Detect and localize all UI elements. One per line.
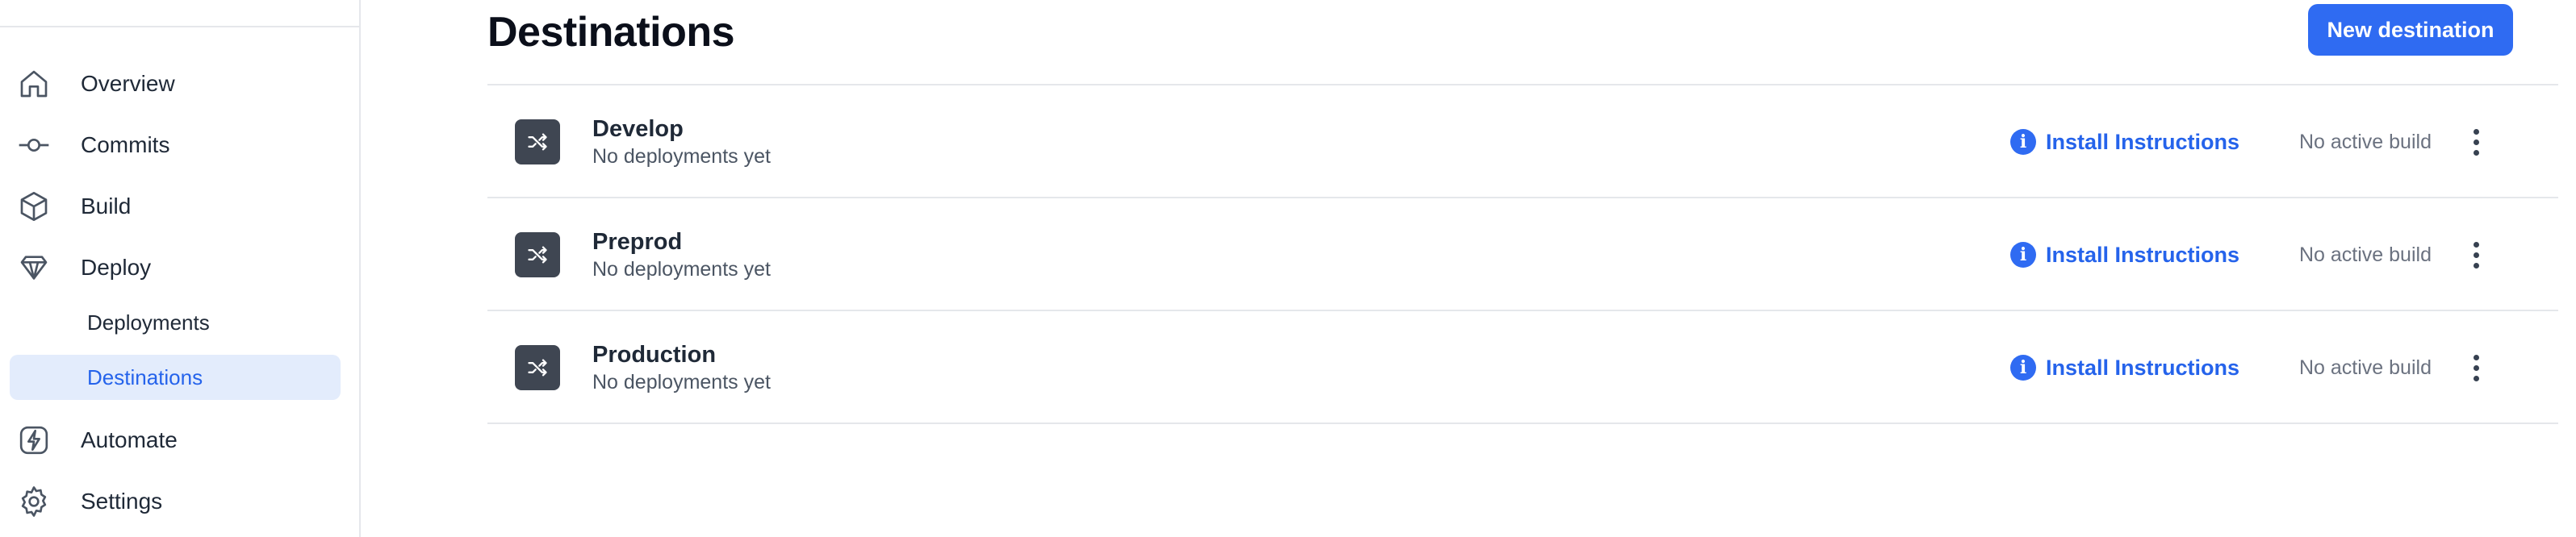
diamond-icon — [18, 252, 50, 284]
info-icon: i — [2010, 355, 2036, 381]
sidebar-item-label: Automate — [81, 427, 178, 452]
home-icon — [18, 68, 50, 100]
info-icon: i — [2010, 129, 2036, 155]
destination-name[interactable]: Develop — [592, 114, 684, 144]
shuffle-icon — [515, 232, 560, 277]
install-instructions-link[interactable]: i Install Instructions — [2010, 352, 2239, 384]
sidebar-item-label: Commits — [81, 132, 170, 157]
build-status: No active build — [2299, 244, 2432, 266]
sidebar: Overview Commits Build Deploy Deployment… — [0, 0, 361, 537]
sidebar-item-label: Overview — [81, 71, 175, 96]
destination-list: Develop No deployments yet i Install Ins… — [487, 84, 2558, 424]
kebab-dot — [2473, 149, 2479, 156]
destination-name[interactable]: Preprod — [592, 227, 682, 256]
destination-status: No deployments yet — [592, 371, 771, 393]
kebab-dot — [2473, 375, 2479, 381]
main-content: Destinations New destination Develop No … — [361, 0, 2576, 537]
destination-row[interactable]: Develop No deployments yet i Install Ins… — [487, 85, 2558, 198]
sidebar-item-settings[interactable]: Settings — [0, 474, 359, 529]
more-options-button[interactable] — [2457, 348, 2495, 387]
sidebar-item-deploy[interactable]: Deploy — [0, 240, 359, 295]
gear-icon — [18, 485, 50, 518]
cube-icon — [18, 190, 50, 223]
install-instructions-link[interactable]: i Install Instructions — [2010, 126, 2239, 158]
install-instructions-label: Install Instructions — [2046, 242, 2240, 267]
install-instructions-label: Install Instructions — [2046, 355, 2240, 380]
info-icon: i — [2010, 242, 2036, 268]
sidebar-item-label: Build — [81, 194, 132, 219]
sidebar-item-label: Deploy — [81, 255, 152, 280]
kebab-dot — [2473, 364, 2479, 371]
install-instructions-link[interactable]: i Install Instructions — [2010, 239, 2239, 271]
install-instructions-label: Install Instructions — [2046, 129, 2240, 154]
kebab-dot — [2473, 241, 2479, 248]
commit-icon — [18, 129, 50, 161]
sidebar-item-commits[interactable]: Commits — [0, 118, 359, 173]
more-options-button[interactable] — [2457, 123, 2495, 161]
kebab-dot — [2473, 262, 2479, 268]
destination-row[interactable]: Preprod No deployments yet i Install Ins… — [487, 198, 2558, 311]
sidebar-subitem-deployments[interactable]: Deployments — [10, 300, 341, 345]
sidebar-divider — [0, 26, 359, 27]
sidebar-subitem-label: Deployments — [87, 310, 210, 335]
destination-row[interactable]: Production No deployments yet i Install … — [487, 311, 2558, 424]
kebab-dot — [2473, 139, 2479, 145]
destination-status: No deployments yet — [592, 258, 771, 281]
kebab-dot — [2473, 128, 2479, 135]
destination-name[interactable]: Production — [592, 340, 716, 369]
shuffle-icon — [515, 119, 560, 164]
more-options-button[interactable] — [2457, 235, 2495, 274]
sidebar-item-automate[interactable]: Automate — [0, 413, 359, 468]
new-destination-button[interactable]: New destination — [2308, 4, 2513, 56]
build-status: No active build — [2299, 356, 2432, 379]
lightning-icon — [18, 424, 50, 456]
sidebar-item-overview[interactable]: Overview — [0, 56, 359, 111]
build-status: No active build — [2299, 131, 2432, 153]
sidebar-item-build[interactable]: Build — [0, 179, 359, 234]
sidebar-subitem-label: Destinations — [87, 365, 203, 389]
shuffle-icon — [515, 345, 560, 390]
kebab-dot — [2473, 252, 2479, 258]
sidebar-item-label: Settings — [81, 489, 163, 514]
destination-status: No deployments yet — [592, 145, 771, 168]
page-title: Destinations — [487, 9, 735, 56]
kebab-dot — [2473, 354, 2479, 360]
sidebar-subitem-destinations[interactable]: Destinations — [10, 355, 341, 400]
